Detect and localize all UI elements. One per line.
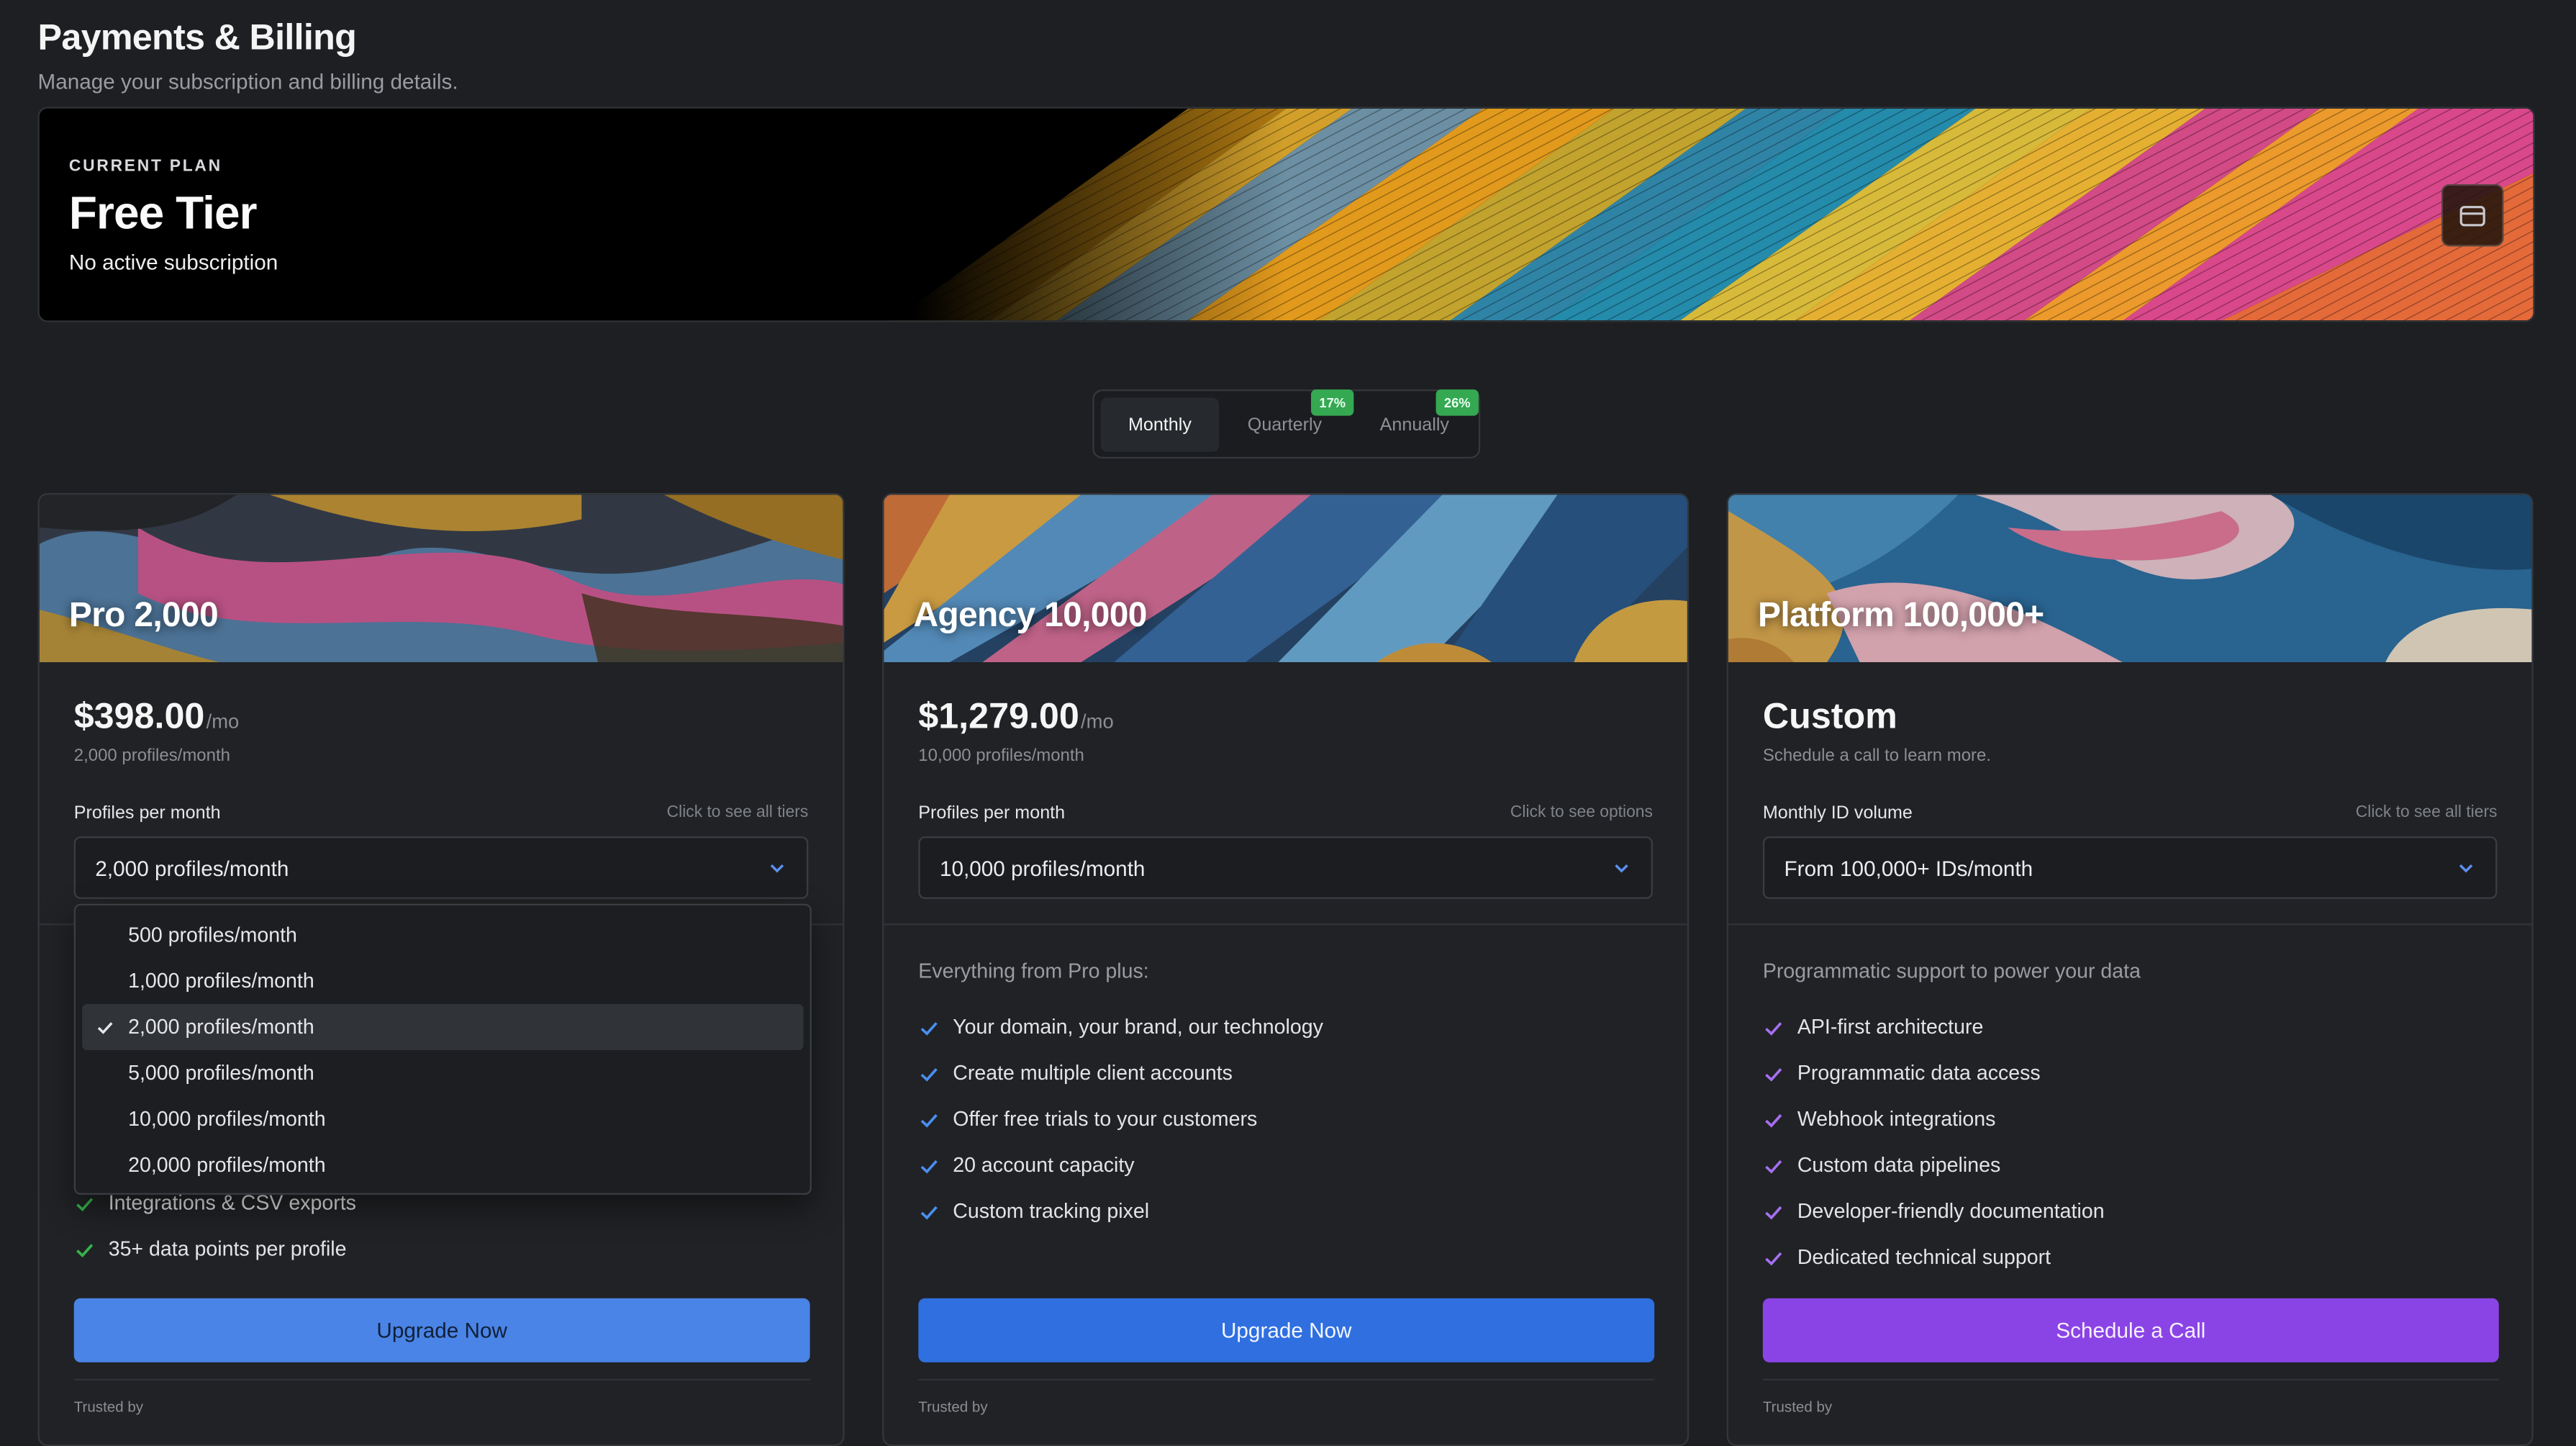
banner-artwork xyxy=(39,108,2534,321)
plan-hero-image: Pro 2,000 xyxy=(39,494,843,663)
subscription-status: No active subscription xyxy=(68,250,278,275)
billing-page: Payments & Billing Manage your subscript… xyxy=(0,0,2576,1446)
feature-item: Developer-friendly documentation xyxy=(1763,1188,2105,1234)
upgrade-button[interactable]: Upgrade Now xyxy=(73,1298,810,1363)
card-divider xyxy=(1762,1378,2499,1381)
check-icon xyxy=(920,1113,938,1127)
check-icon xyxy=(920,1067,938,1081)
chevron-down-icon xyxy=(2459,864,2473,873)
feature-item: Custom tracking pixel xyxy=(918,1188,1323,1234)
tier-dropdown-menu: 500 profiles/month 1,000 profiles/month … xyxy=(73,903,812,1195)
check-icon xyxy=(1765,1067,1782,1081)
billing-option-monthly[interactable]: Monthly xyxy=(1100,397,1220,452)
tier-field-hint[interactable]: Click to see all tiers xyxy=(2356,803,2498,821)
plan-price: $1,279.00 /mo xyxy=(918,695,1113,738)
tier-field-hint[interactable]: Click to see all tiers xyxy=(667,803,809,821)
price-amount: $1,279.00 xyxy=(918,695,1079,736)
check-icon xyxy=(1765,1205,1782,1219)
volume-select[interactable]: From 100,000+ IDs/month xyxy=(1762,836,2498,899)
schedule-call-button[interactable]: Schedule a Call xyxy=(1762,1298,2499,1363)
price-subtitle: 2,000 profiles/month xyxy=(73,746,231,766)
check-icon xyxy=(1765,1021,1782,1035)
dropdown-option[interactable]: 10,000 profiles/month xyxy=(82,1096,803,1142)
price-period: /mo xyxy=(206,710,240,733)
current-plan-eyebrow: CURRENT PLAN xyxy=(68,158,222,176)
check-icon xyxy=(76,1243,94,1257)
feature-item: Create multiple client accounts xyxy=(918,1050,1323,1096)
check-icon xyxy=(1765,1159,1782,1173)
plan-name: Agency 10,000 xyxy=(913,596,1147,635)
feature-item: Programmatic data access xyxy=(1763,1050,2105,1096)
check-icon xyxy=(97,1022,113,1034)
current-plan-name: Free Tier xyxy=(68,187,258,239)
card-divider xyxy=(73,1378,810,1381)
trusted-by-label: Trusted by xyxy=(1762,1398,1833,1415)
plan-hero-image: Agency 10,000 xyxy=(884,494,1687,663)
tier-select[interactable]: 10,000 profiles/month xyxy=(918,836,1653,899)
dropdown-option-selected[interactable]: 2,000 profiles/month xyxy=(82,1004,804,1050)
check-icon xyxy=(920,1159,938,1173)
annual-discount-badge: 26% xyxy=(1436,389,1479,416)
dropdown-option[interactable]: 20,000 profiles/month xyxy=(82,1142,803,1188)
trusted-by-label: Trusted by xyxy=(918,1398,988,1415)
feature-item: API-first architecture xyxy=(1763,1004,2105,1050)
check-icon xyxy=(1765,1113,1782,1127)
payment-method-button[interactable] xyxy=(2441,184,2504,247)
billing-period-toggle: Monthly Quarterly Annually 17% 26% xyxy=(1092,389,1481,459)
tier-field-label: Profiles per month xyxy=(73,803,221,823)
tier-select[interactable]: 2,000 profiles/month xyxy=(73,836,809,899)
check-icon xyxy=(920,1205,938,1219)
dropdown-option[interactable]: 5,000 profiles/month xyxy=(82,1050,803,1096)
quarterly-discount-badge: 17% xyxy=(1310,389,1354,416)
feature-item: Webhook integrations xyxy=(1763,1096,2105,1142)
dropdown-option[interactable]: 500 profiles/month xyxy=(82,912,803,958)
features-intro: Everything from Pro plus: xyxy=(918,959,1149,983)
card-divider xyxy=(918,1378,1655,1381)
feature-item: 20 account capacity xyxy=(918,1142,1323,1188)
trusted-by-label: Trusted by xyxy=(73,1398,144,1415)
plan-hero-image: Platform 100,000+ xyxy=(1728,494,2532,663)
price-subtitle: 10,000 profiles/month xyxy=(918,746,1084,766)
feature-list: Your domain, your brand, our technology … xyxy=(918,1004,1323,1234)
tier-field-label: Profiles per month xyxy=(918,803,1066,823)
plan-name: Platform 100,000+ xyxy=(1758,596,2044,635)
price-subtitle: Schedule a call to learn more. xyxy=(1762,746,1992,766)
current-plan-banner: CURRENT PLAN Free Tier No active subscri… xyxy=(37,107,2535,322)
chevron-down-icon xyxy=(770,864,784,873)
tier-select-value: 2,000 profiles/month xyxy=(95,855,289,880)
chevron-down-icon xyxy=(1615,864,1628,873)
feature-item: Custom data pipelines xyxy=(1763,1142,2105,1188)
tier-select-value: 10,000 profiles/month xyxy=(939,855,1146,880)
plan-card-agency: Agency 10,000 $1,279.00 /mo 10,000 profi… xyxy=(882,492,1690,1446)
plan-name: Pro 2,000 xyxy=(68,596,219,635)
feature-list: API-first architecture Programmatic data… xyxy=(1763,1004,2105,1280)
dropdown-option[interactable]: 1,000 profiles/month xyxy=(82,958,803,1004)
check-icon xyxy=(76,1197,94,1211)
tier-field-hint[interactable]: Click to see options xyxy=(1510,803,1653,821)
tier-field-label: Monthly ID volume xyxy=(1762,803,1913,823)
credit-card-icon xyxy=(2459,204,2485,226)
check-icon xyxy=(1765,1251,1782,1265)
upgrade-button[interactable]: Upgrade Now xyxy=(918,1298,1655,1363)
volume-select-value: From 100,000+ IDs/month xyxy=(1784,855,2033,880)
card-divider xyxy=(1728,923,2532,926)
features-intro: Programmatic support to power your data xyxy=(1762,959,2141,983)
check-icon xyxy=(920,1021,938,1035)
plan-price: $398.00 /mo xyxy=(74,695,240,738)
page-title: Payments & Billing xyxy=(37,16,357,58)
feature-item: Your domain, your brand, our technology xyxy=(918,1004,1323,1050)
card-divider xyxy=(884,923,1687,926)
price-amount: $398.00 xyxy=(73,695,205,736)
price-amount: Custom xyxy=(1762,695,1897,736)
price-period: /mo xyxy=(1081,710,1114,733)
feature-item: Offer free trials to your customers xyxy=(918,1096,1323,1142)
feature-item: 35+ data points per profile xyxy=(74,1226,356,1272)
plan-card-platform: Platform 100,000+ Custom Schedule a call… xyxy=(1726,492,2534,1446)
feature-item: Dedicated technical support xyxy=(1763,1234,2105,1280)
page-subtitle: Manage your subscription and billing det… xyxy=(37,68,458,94)
